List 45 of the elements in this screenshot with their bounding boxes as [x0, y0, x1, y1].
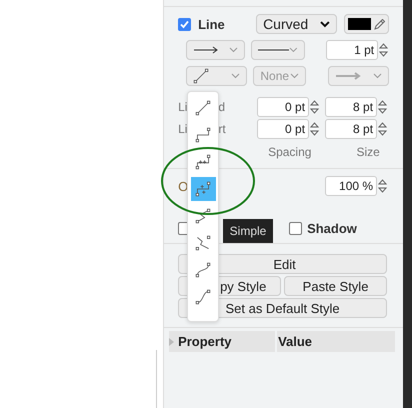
solid-line-icon	[258, 48, 290, 52]
connector-icon	[195, 181, 211, 197]
dropdown[interactable]	[250, 40, 305, 60]
line-label: Line	[198, 16, 226, 32]
connector-icon	[195, 100, 211, 116]
column-label: Size	[356, 145, 380, 159]
row-label: rt	[218, 122, 226, 136]
column-label: Spacing	[268, 145, 312, 159]
spacing-field[interactable]: 0 pt	[257, 119, 310, 139]
opacity-field[interactable]: 100 %	[325, 176, 378, 196]
expand-icon	[169, 338, 174, 346]
connector-icon	[195, 208, 211, 224]
chevron-icon	[228, 47, 238, 53]
chevron-icon	[231, 73, 240, 79]
connector-icon	[195, 127, 211, 143]
spacing-field[interactable]: 0 pt	[257, 97, 310, 117]
arrow-icon	[192, 46, 219, 54]
column-header[interactable]: Value	[277, 331, 396, 352]
connector-icon	[195, 154, 211, 170]
chevron-icon	[290, 73, 300, 79]
connector-icon	[195, 235, 211, 251]
eyedropper-icon	[374, 18, 386, 30]
column-header[interactable]: Property	[169, 331, 276, 352]
waypoint-option[interactable]	[190, 177, 216, 201]
chevron-icon	[373, 73, 382, 79]
connector-icon	[195, 289, 211, 305]
chevron-icon	[289, 47, 298, 53]
dropdown[interactable]	[186, 40, 245, 60]
connector-icon	[195, 262, 211, 278]
checkbox[interactable]	[178, 18, 192, 30]
style-dropdown[interactable]: Curved	[256, 14, 338, 34]
size-field[interactable]: 8 pt	[325, 119, 378, 139]
arrow-icon	[334, 72, 361, 80]
row-label: Li	[178, 122, 188, 136]
row-label: Li	[178, 100, 188, 114]
chevron-icon	[320, 20, 330, 28]
row-label: d	[218, 100, 226, 114]
style-button[interactable]: Paste Style	[284, 276, 388, 296]
option-label: Shadow	[307, 220, 358, 236]
straight-connector-icon	[193, 68, 209, 84]
tooltip: Simple	[223, 219, 273, 243]
checkbox[interactable]	[289, 222, 302, 234]
width-field[interactable]: 1 pt	[326, 40, 378, 60]
size-field[interactable]: 8 pt	[325, 97, 378, 117]
color-button[interactable]	[344, 14, 390, 34]
